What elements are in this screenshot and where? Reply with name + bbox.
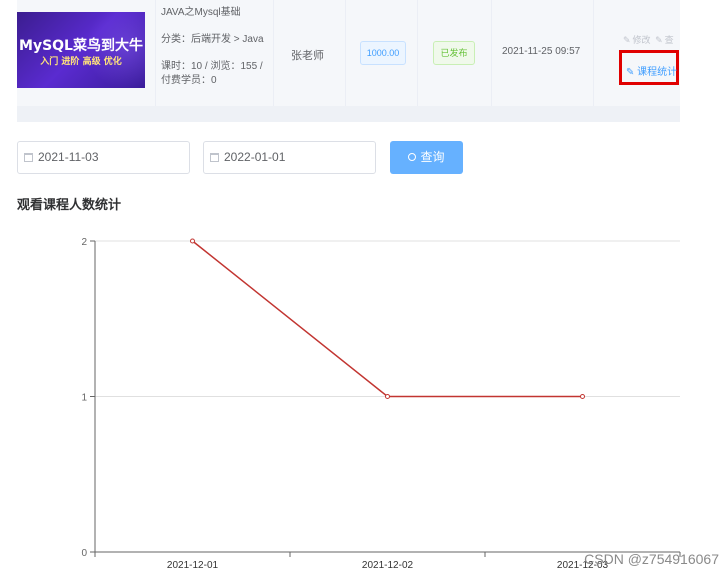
- course-cover-image: MySQL菜鸟到大牛 入门 进阶 高级 优化: [17, 12, 145, 88]
- query-label: 查询: [420, 150, 445, 164]
- end-date-input[interactable]: 2022-01-01: [203, 141, 376, 174]
- end-date-value: 2022-01-01: [224, 150, 286, 164]
- cover-subtitle: 入门 进阶 高级 优化: [40, 57, 122, 67]
- course-stats-label: 课程统计: [637, 67, 678, 78]
- column-divider: [345, 0, 346, 106]
- course-name: JAVA之Mysql基础: [161, 7, 241, 18]
- course-info: JAVA之Mysql基础 分类：后端开发 > Java 课时：10 / 浏览：1…: [161, 6, 273, 88]
- cover-title: MySQL菜鸟到大牛: [19, 38, 143, 54]
- views-line-chart: 0122021-12-01 2021-12-02 2021-12-03: [81, 237, 681, 571]
- row-spacer: [17, 106, 680, 122]
- edit-link[interactable]: 修改: [633, 35, 651, 45]
- y-tick-label: 0: [81, 548, 87, 559]
- watermark: CSDN @z754916067: [584, 551, 719, 567]
- column-divider: [273, 0, 274, 106]
- series-line: [192, 240, 583, 398]
- data-point: [385, 394, 390, 399]
- action-links: ✎ 修改 ✎ 查: [623, 33, 680, 46]
- x-tick-label: 2021-12-02: [362, 560, 414, 571]
- y-tick-label: 1: [81, 393, 87, 404]
- column-divider: [491, 0, 492, 106]
- view-link[interactable]: 查: [665, 35, 674, 45]
- course-table-row: MySQL菜鸟到大牛 入门 进阶 高级 优化 JAVA之Mysql基础 分类：后…: [17, 0, 680, 122]
- start-date-value: 2021-11-03: [38, 150, 99, 164]
- calendar-icon: [210, 153, 219, 162]
- query-button[interactable]: 查询: [390, 141, 463, 174]
- edit-icon: ✎: [626, 67, 638, 78]
- section-title: 观看课程人数统计: [17, 197, 122, 212]
- start-date-input[interactable]: 2021-11-03: [17, 141, 190, 174]
- price-badge: 1000.00: [360, 41, 406, 65]
- column-divider: [417, 0, 418, 106]
- y-tick-label: 2: [81, 237, 87, 248]
- column-divider: [593, 0, 594, 106]
- course-stats-link[interactable]: ✎ 课程统计: [619, 50, 679, 85]
- calendar-icon: [24, 153, 33, 162]
- course-category: 分类：后端开发 > Java: [161, 34, 264, 45]
- row-actions: ✎ 修改 ✎ 查 ✎ 课程统计: [619, 33, 680, 85]
- course-teacher: 张老师: [291, 50, 324, 62]
- data-point: [190, 238, 195, 244]
- edit-icon: ✎: [623, 35, 631, 45]
- course-meta: 课时：10 / 浏览：155 / 付费学员：0: [161, 61, 263, 86]
- search-icon: [408, 153, 417, 161]
- column-divider: [155, 0, 156, 106]
- data-point: [580, 394, 585, 399]
- status-badge: 已发布: [433, 41, 475, 65]
- x-tick-label: 2021-12-01: [167, 560, 219, 571]
- view-icon: ✎: [655, 35, 663, 45]
- publish-time: 2021-11-25 09:57: [502, 46, 581, 57]
